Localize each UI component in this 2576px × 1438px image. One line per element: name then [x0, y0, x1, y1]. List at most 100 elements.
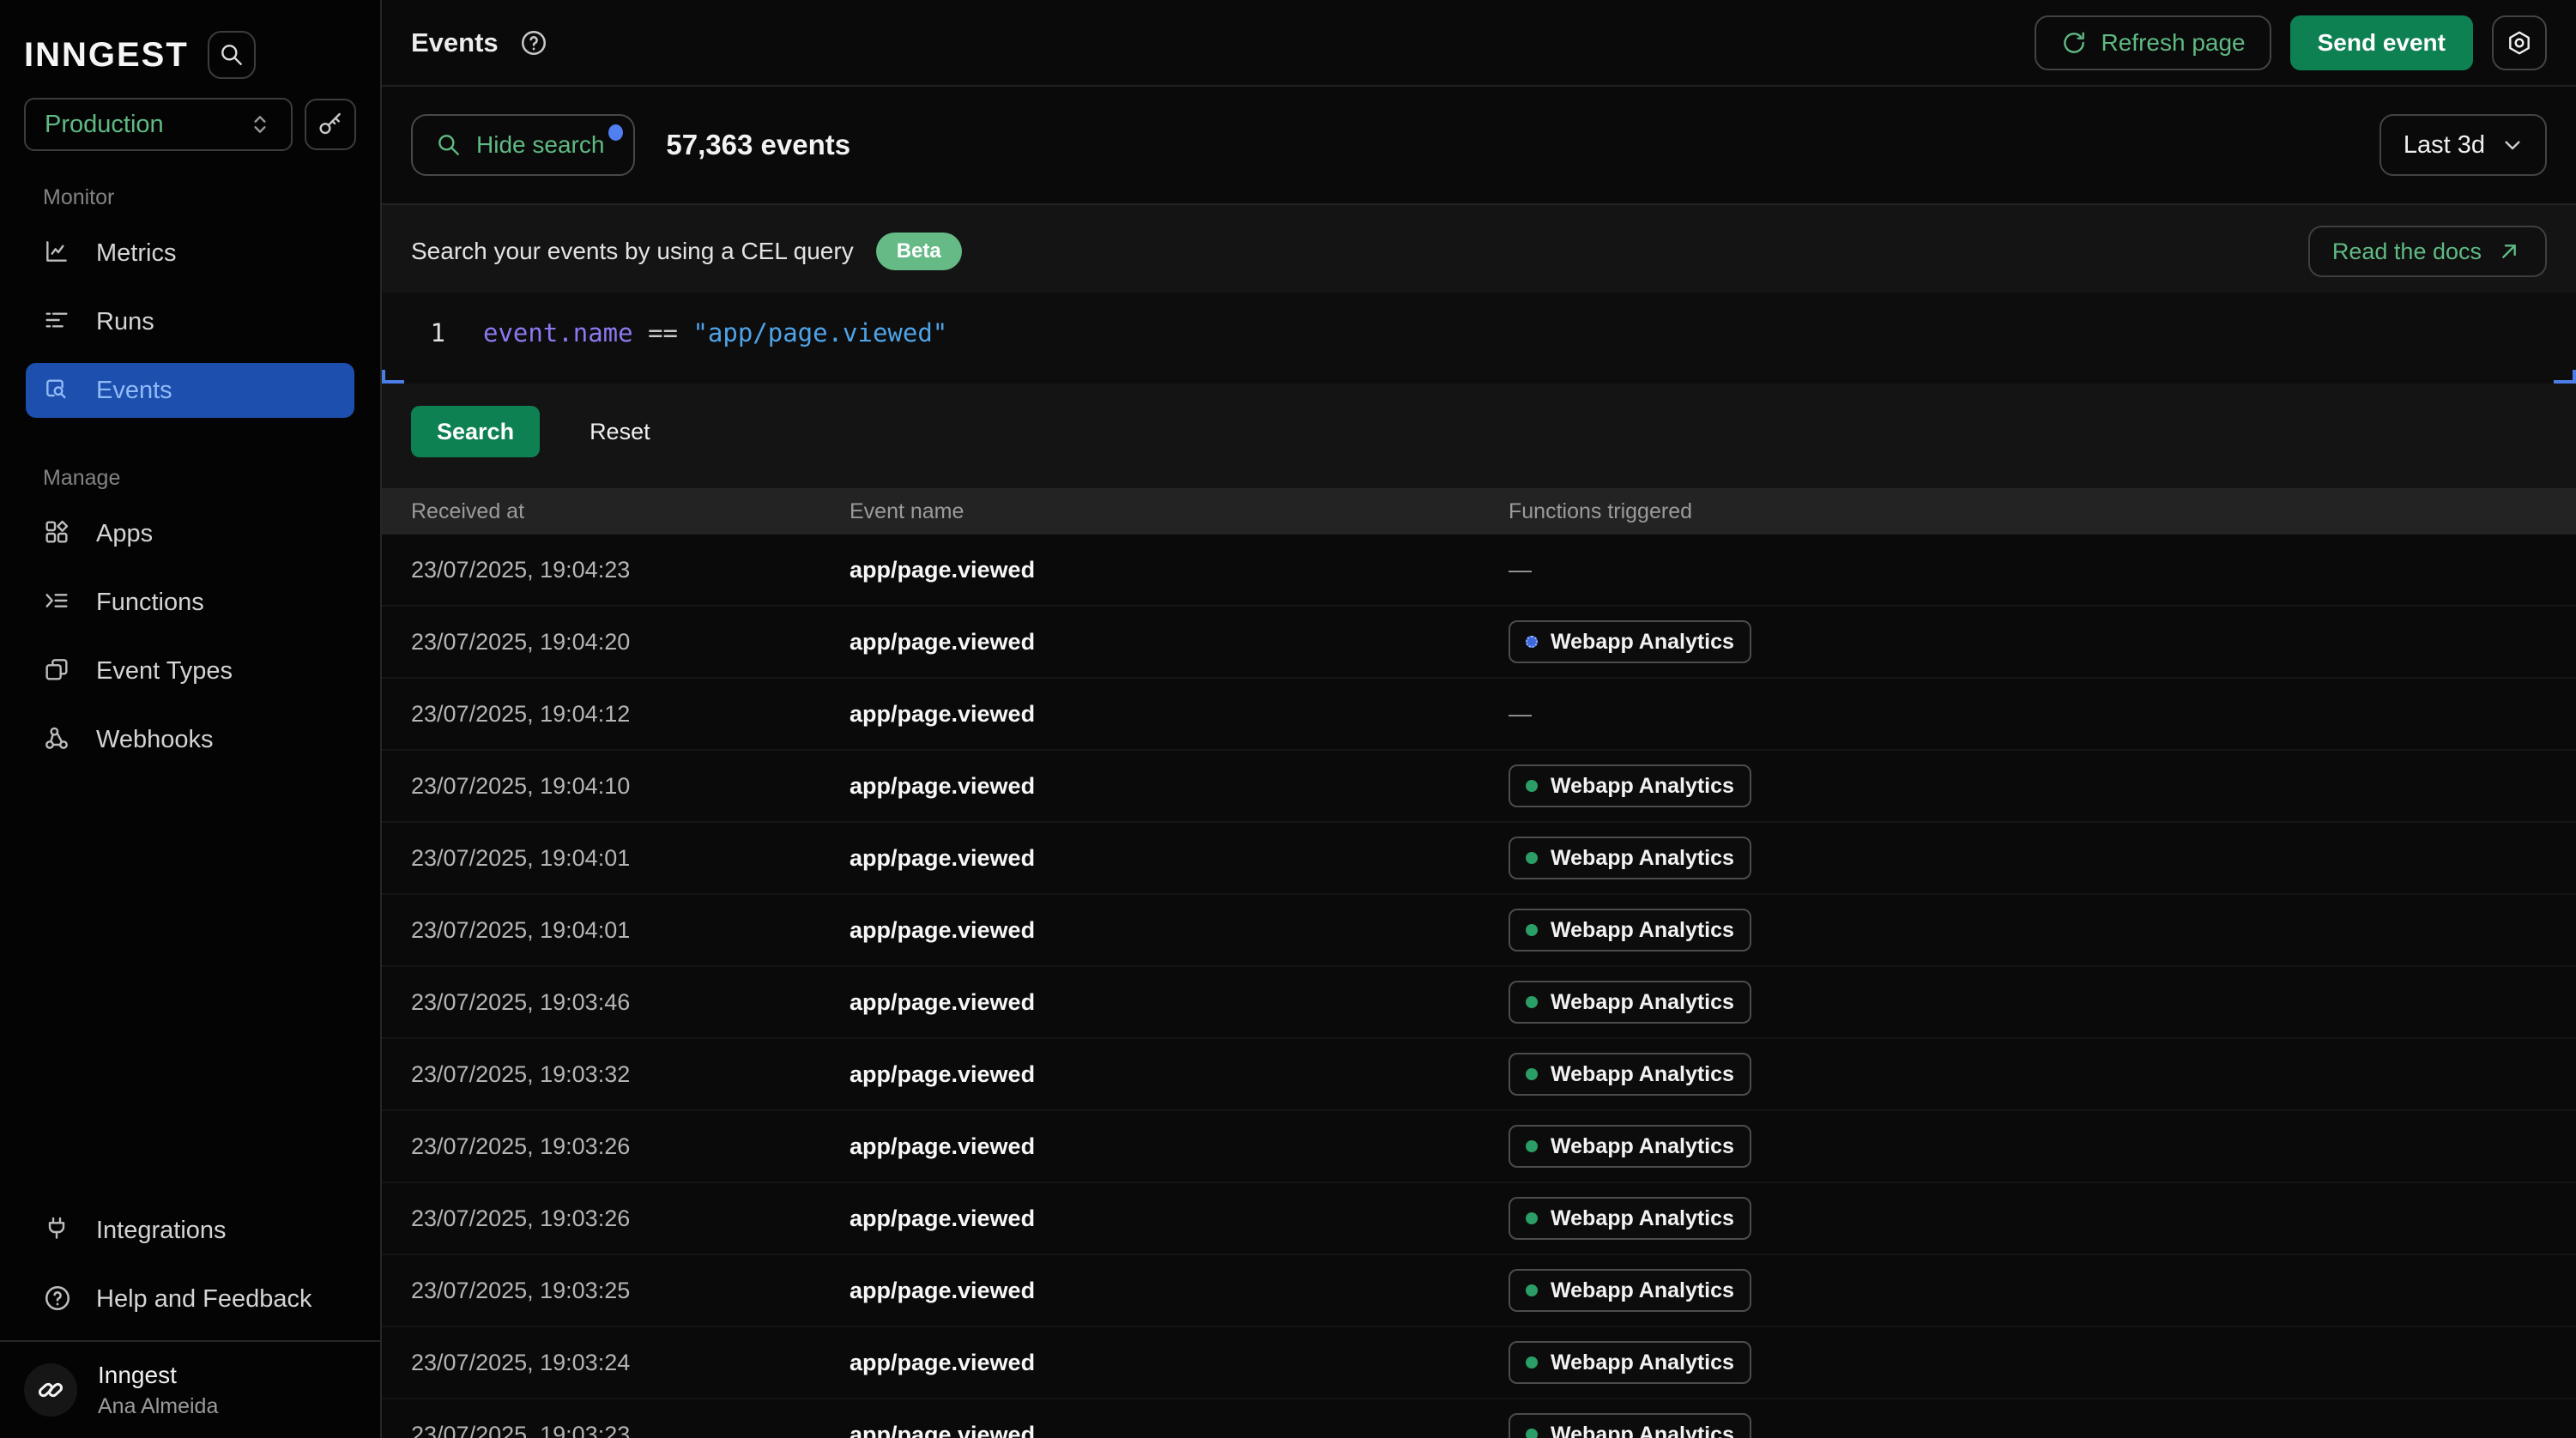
function-status-dot — [1526, 1212, 1538, 1224]
functions-cell: Webapp Analytics — [1509, 837, 2576, 879]
table-row[interactable]: 23/07/2025, 19:03:24 app/page.viewed Web… — [382, 1327, 2576, 1399]
event-name-cell[interactable]: app/page.viewed — [850, 773, 1509, 800]
environment-selector[interactable]: Production — [24, 98, 293, 151]
code-line: 1 event.name == "app/page.viewed" — [382, 318, 2576, 347]
read-the-docs-button[interactable]: Read the docs — [2308, 226, 2547, 277]
functions-cell: Webapp Analytics — [1509, 764, 2576, 807]
functions-cell: Webapp Analytics — [1509, 909, 2576, 952]
page-help-icon[interactable] — [519, 28, 548, 57]
send-event-button[interactable]: Send event — [2290, 15, 2473, 70]
event-keys-button[interactable] — [305, 99, 356, 150]
global-search-button[interactable] — [208, 31, 256, 79]
function-name: Webapp Analytics — [1551, 1423, 1734, 1438]
query-panel-title: Search your events by using a CEL query — [411, 238, 854, 265]
function-badge[interactable]: Webapp Analytics — [1509, 1053, 1751, 1096]
sidebar-item-label: Event Types — [96, 657, 233, 686]
event-name-cell[interactable]: app/page.viewed — [850, 1422, 1509, 1438]
function-status-dot — [1526, 1068, 1538, 1080]
table-row[interactable]: 23/07/2025, 19:04:01 app/page.viewed Web… — [382, 823, 2576, 895]
runs-icon — [43, 306, 74, 337]
function-badge[interactable]: Webapp Analytics — [1509, 620, 1751, 663]
function-badge[interactable]: Webapp Analytics — [1509, 1197, 1751, 1240]
beta-badge: Beta — [876, 233, 962, 270]
event-name-cell[interactable]: app/page.viewed — [850, 557, 1509, 583]
sidebar-item-label: Events — [96, 377, 172, 405]
hide-search-button[interactable]: Hide search — [411, 114, 635, 176]
table-row[interactable]: 23/07/2025, 19:03:46 app/page.viewed Web… — [382, 967, 2576, 1039]
function-badge[interactable]: Webapp Analytics — [1509, 764, 1751, 807]
function-badge[interactable]: Webapp Analytics — [1509, 1341, 1751, 1384]
top-bar: Events Refresh page Send event — [382, 0, 2576, 87]
settings-button[interactable] — [2492, 15, 2547, 70]
environment-row: Production — [0, 79, 380, 151]
search-button[interactable]: Search — [411, 406, 540, 457]
received-at-cell: 23/07/2025, 19:04:01 — [411, 917, 850, 944]
table-row[interactable]: 23/07/2025, 19:04:12 app/page.viewed — — [382, 679, 2576, 751]
function-status-dot — [1526, 636, 1538, 648]
chevrons-updown-icon — [246, 111, 274, 138]
table-row[interactable]: 23/07/2025, 19:04:10 app/page.viewed Web… — [382, 751, 2576, 823]
table-row[interactable]: 23/07/2025, 19:03:26 app/page.viewed Web… — [382, 1111, 2576, 1183]
function-badge[interactable]: Webapp Analytics — [1509, 1125, 1751, 1168]
table-row[interactable]: 23/07/2025, 19:04:01 app/page.viewed Web… — [382, 895, 2576, 967]
event-name-cell[interactable]: app/page.viewed — [850, 1205, 1509, 1232]
received-at-cell: 23/07/2025, 19:03:25 — [411, 1278, 850, 1304]
table-row[interactable]: 23/07/2025, 19:03:25 app/page.viewed Web… — [382, 1255, 2576, 1327]
table-row[interactable]: 23/07/2025, 19:03:23 app/page.viewed Web… — [382, 1399, 2576, 1438]
sidebar-item-help-and-feedback[interactable]: Help and Feedback — [26, 1272, 354, 1326]
page-title: Events — [411, 27, 499, 58]
functions-cell: Webapp Analytics — [1509, 1125, 2576, 1168]
event-name-cell[interactable]: app/page.viewed — [850, 917, 1509, 944]
function-badge[interactable]: Webapp Analytics — [1509, 909, 1751, 952]
table-row[interactable]: 23/07/2025, 19:03:32 app/page.viewed Web… — [382, 1039, 2576, 1111]
search-icon — [435, 131, 463, 159]
arrow-up-right-icon — [2495, 238, 2523, 265]
function-status-dot — [1526, 924, 1538, 936]
sidebar-item-integrations[interactable]: Integrations — [26, 1203, 354, 1258]
sidebar-item-runs[interactable]: Runs — [26, 294, 354, 349]
function-badge[interactable]: Webapp Analytics — [1509, 981, 1751, 1024]
logo-row: INNGEST — [0, 0, 380, 79]
event-name-cell[interactable]: app/page.viewed — [850, 701, 1509, 728]
function-badge[interactable]: Webapp Analytics — [1509, 1413, 1751, 1438]
refresh-page-button[interactable]: Refresh page — [2035, 15, 2271, 70]
function-badge[interactable]: Webapp Analytics — [1509, 1269, 1751, 1312]
event-name-cell[interactable]: app/page.viewed — [850, 1278, 1509, 1304]
event-name-cell[interactable]: app/page.viewed — [850, 1350, 1509, 1376]
function-name: Webapp Analytics — [1551, 1134, 1734, 1159]
table-row[interactable]: 23/07/2025, 19:04:23 app/page.viewed — — [382, 535, 2576, 607]
column-functions-triggered: Functions triggered — [1509, 499, 2576, 524]
event-name-cell[interactable]: app/page.viewed — [850, 989, 1509, 1016]
table-header: Received at Event name Functions trigger… — [382, 488, 2576, 535]
sidebar-item-events[interactable]: Events — [26, 363, 354, 418]
functions-cell: Webapp Analytics — [1509, 1197, 2576, 1240]
sidebar-item-metrics[interactable]: Metrics — [26, 226, 354, 281]
time-range-selector[interactable]: Last 3d — [2379, 114, 2547, 176]
account-menu[interactable]: Inngest Ana Almeida — [0, 1340, 380, 1438]
functions-cell: — — [1509, 701, 2576, 728]
function-badge[interactable]: Webapp Analytics — [1509, 837, 1751, 879]
table-row[interactable]: 23/07/2025, 19:04:20 app/page.viewed Web… — [382, 607, 2576, 679]
events-table-body: 23/07/2025, 19:04:23 app/page.viewed — 2… — [382, 535, 2576, 1438]
cel-code-editor[interactable]: 1 event.name == "app/page.viewed" — [382, 293, 2576, 384]
event-name-cell[interactable]: app/page.viewed — [850, 845, 1509, 872]
received-at-cell: 23/07/2025, 19:03:32 — [411, 1061, 850, 1088]
no-functions-dash: — — [1509, 701, 1532, 727]
functions-cell: Webapp Analytics — [1509, 1413, 2576, 1438]
sidebar-item-apps[interactable]: Apps — [26, 506, 354, 561]
function-name: Webapp Analytics — [1551, 774, 1734, 799]
function-name: Webapp Analytics — [1551, 1278, 1734, 1303]
event-name-cell[interactable]: app/page.viewed — [850, 629, 1509, 656]
help-icon — [43, 1284, 74, 1314]
event-name-cell[interactable]: app/page.viewed — [850, 1133, 1509, 1160]
event-name-cell[interactable]: app/page.viewed — [850, 1061, 1509, 1088]
sidebar-item-event-types[interactable]: Event Types — [26, 643, 354, 698]
nav-monitor: Metrics Runs Events — [0, 226, 380, 432]
functions-cell: Webapp Analytics — [1509, 981, 2576, 1024]
functions-cell: — — [1509, 557, 2576, 583]
reset-button[interactable]: Reset — [590, 419, 650, 445]
sidebar-item-functions[interactable]: Functions — [26, 575, 354, 630]
hide-search-label: Hide search — [476, 131, 604, 159]
sidebar-item-webhooks[interactable]: Webhooks — [26, 712, 354, 767]
table-row[interactable]: 23/07/2025, 19:03:26 app/page.viewed Web… — [382, 1183, 2576, 1255]
